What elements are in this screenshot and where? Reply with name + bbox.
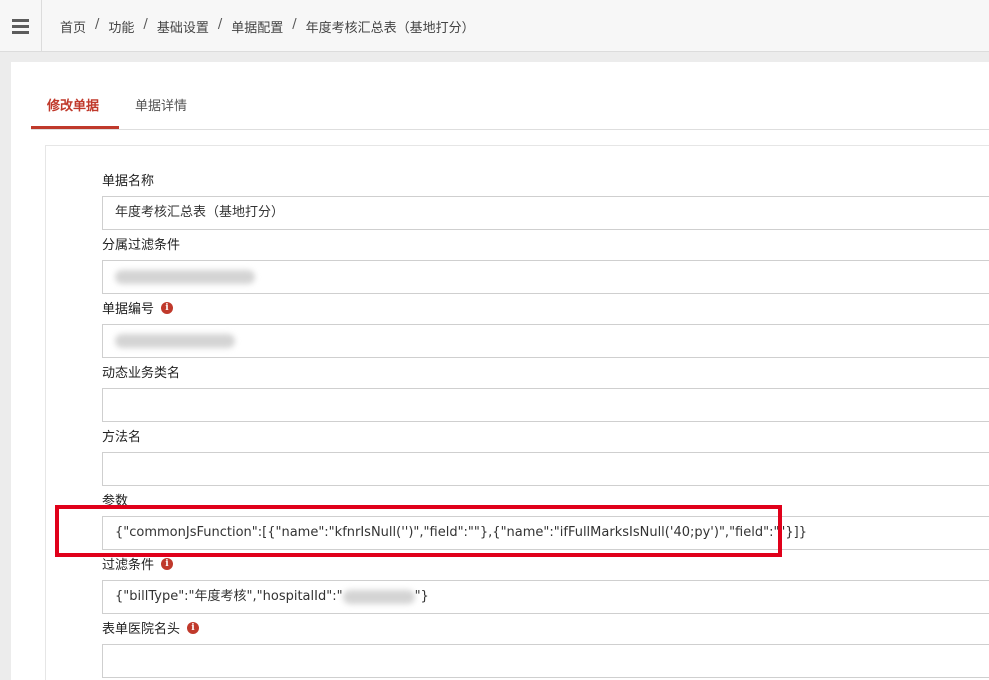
bill-number-label: 单据编号 i (102, 298, 174, 317)
form-container: 单据名称 年度考核汇总表（基地打分） 分属过滤条件 单据编号 i 动态业务类名 … (45, 145, 989, 680)
params-label: 参数 (102, 494, 129, 509)
info-icon[interactable]: i (161, 557, 174, 570)
breadcrumb-separator: / (217, 17, 223, 32)
filter-input[interactable]: {"billType":"年度考核","hospitalId":" "} (102, 580, 989, 614)
breadcrumb-home[interactable]: 首页 (60, 17, 86, 36)
filter-label: 过滤条件 i (102, 554, 174, 573)
tab-bar: 修改单据 单据详情 (31, 62, 989, 130)
filter-value-prefix: {"billType":"年度考核","hospitalId":" (115, 589, 343, 604)
bill-name-label: 单据名称 (102, 174, 155, 189)
hospital-header-label: 表单医院名头 i (102, 618, 200, 637)
breadcrumb: 首页 / 功能 / 基础设置 / 单据配置 / 年度考核汇总表（基地打分） (60, 17, 475, 36)
redacted-value (115, 333, 235, 348)
active-tab-indicator (31, 126, 119, 129)
breadcrumb-separator: / (95, 17, 100, 32)
breadcrumb-basic-settings[interactable]: 基础设置 (157, 17, 209, 36)
method-name-input[interactable] (102, 452, 989, 486)
filter-condition-label: 分属过滤条件 (102, 238, 181, 253)
dynamic-class-label: 动态业务类名 (102, 366, 181, 381)
dynamic-class-input[interactable] (102, 388, 989, 422)
breadcrumb-bill-config[interactable]: 单据配置 (231, 17, 283, 36)
info-icon[interactable]: i (161, 301, 174, 314)
filter-condition-input[interactable] (102, 260, 989, 294)
main-panel: 修改单据 单据详情 单据名称 年度考核汇总表（基地打分） 分属过滤条件 单据编号… (11, 62, 989, 680)
redacted-value (115, 269, 255, 284)
redacted-value (342, 589, 415, 604)
bill-number-input[interactable] (102, 324, 989, 358)
info-icon[interactable]: i (187, 621, 200, 634)
method-name-label: 方法名 (102, 430, 142, 445)
top-bar: 首页 / 功能 / 基础设置 / 单据配置 / 年度考核汇总表（基地打分） (0, 0, 989, 52)
tab-bill-details[interactable]: 单据详情 (135, 95, 187, 114)
filter-value-suffix: "} (414, 589, 429, 604)
bill-name-input[interactable]: 年度考核汇总表（基地打分） (102, 196, 989, 230)
breadcrumb-function[interactable]: 功能 (108, 17, 134, 36)
hospital-header-input[interactable] (102, 644, 989, 678)
breadcrumb-separator: / (143, 17, 148, 32)
breadcrumb-current: 年度考核汇总表（基地打分） (305, 21, 475, 36)
breadcrumb-separator: / (292, 17, 297, 32)
hamburger-menu-icon[interactable] (0, 0, 42, 51)
params-input[interactable]: {"commonJsFunction":[{"name":"kfnrIsNull… (102, 516, 989, 550)
tab-edit-bill[interactable]: 修改单据 (47, 95, 99, 114)
